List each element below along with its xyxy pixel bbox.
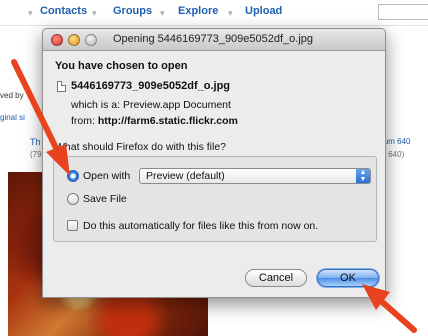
close-window-icon[interactable] (51, 34, 63, 46)
save-file-radio[interactable] (67, 193, 79, 205)
updown-arrows-icon: ▲ ▼ (356, 169, 370, 183)
nav-dropdown-icon[interactable]: ▾ (28, 8, 33, 19)
action-question: What should Firefox do with this file? (55, 141, 226, 153)
flickr-nav-bar: ▾ Contacts ▾ Groups ▾ Explore ▾ Upload (0, 0, 428, 26)
application-select-value: Preview (default) (146, 170, 225, 182)
search-input[interactable] (378, 4, 428, 20)
download-dialog: Opening 5446169773_909e5052df_o.jpg You … (42, 28, 386, 298)
nav-explore-link[interactable]: Explore (178, 5, 218, 17)
open-with-label[interactable]: Open with (83, 170, 130, 182)
cancel-button[interactable]: Cancel (245, 269, 307, 287)
dialog-title: Opening 5446169773_909e5052df_o.jpg (113, 33, 314, 45)
nav-upload-link[interactable]: Upload (245, 5, 282, 17)
file-name: 5446169773_909e5052df_o.jpg (71, 80, 231, 92)
file-icon (57, 81, 66, 92)
zoom-window-icon[interactable] (85, 34, 97, 46)
auto-action-label[interactable]: Do this automatically for files like thi… (83, 220, 318, 232)
nav-dropdown-icon[interactable]: ▾ (160, 8, 165, 19)
page-fragment-text: ved by (0, 91, 24, 100)
file-source-line: from: http://farm6.static.flickr.com (71, 115, 238, 127)
open-with-radio[interactable] (67, 170, 79, 182)
page-fragment-text: (79 (30, 150, 42, 159)
file-type-line: which is a: Preview.app Document (71, 99, 231, 111)
nav-groups-link[interactable]: Groups (113, 5, 152, 17)
auto-action-checkbox[interactable] (67, 220, 78, 231)
nav-dropdown-icon[interactable]: ▾ (228, 8, 233, 19)
minimize-window-icon[interactable] (68, 34, 80, 46)
nav-contacts-link[interactable]: Contacts (40, 5, 87, 17)
file-source-label: from: (71, 115, 95, 127)
application-select[interactable]: Preview (default) ▲ ▼ (139, 168, 371, 184)
file-type-value: Preview.app Document (122, 99, 231, 111)
save-file-label[interactable]: Save File (83, 193, 127, 205)
dialog-heading: You have chosen to open (55, 60, 188, 72)
nav-dropdown-icon[interactable]: ▾ (92, 8, 97, 19)
page-fragment-link[interactable]: ginal si (0, 113, 25, 122)
page-fragment-link[interactable]: ium 640 (382, 137, 410, 146)
file-source-value: http://farm6.static.flickr.com (97, 115, 238, 127)
page-fragment-link[interactable]: Th (30, 137, 41, 147)
dialog-titlebar[interactable]: Opening 5446169773_909e5052df_o.jpg (43, 29, 385, 51)
ok-button[interactable]: OK (317, 269, 379, 287)
file-type-label: which is a: (71, 99, 121, 111)
